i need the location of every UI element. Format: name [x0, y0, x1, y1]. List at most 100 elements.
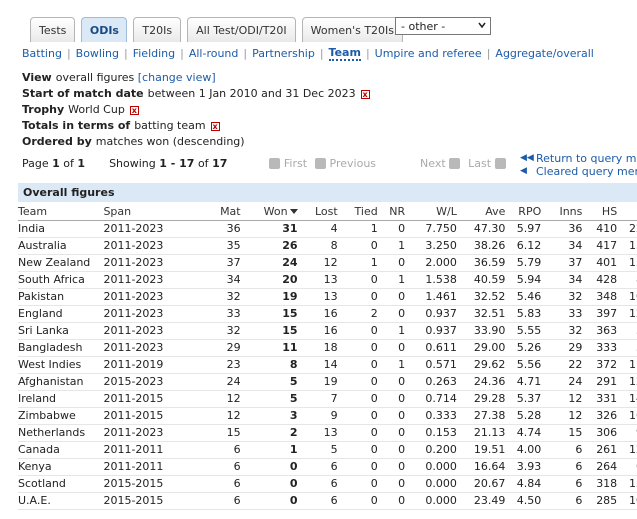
change-view-link[interactable]: [change view] [138, 70, 216, 86]
cell-mat: 6 [198, 475, 241, 493]
cell-mat: 12 [198, 407, 241, 425]
col-hs[interactable]: HS [582, 203, 618, 221]
cell-inns: 29 [541, 339, 583, 357]
cell-ave: 19.51 [456, 441, 506, 459]
return-to-query-menu-link[interactable]: Return to query menu [536, 152, 637, 165]
cell-mat: 36 [198, 220, 241, 238]
last-page-link[interactable]: Last [468, 157, 491, 170]
cell-team[interactable]: Bangladesh [18, 339, 104, 357]
col-span[interactable]: Span [103, 203, 199, 221]
cell-span: 2011-2023 [103, 305, 199, 323]
col-wl[interactable]: W/L [405, 203, 457, 221]
cell-inns: 34 [541, 237, 583, 255]
cleared-query-menu-link[interactable]: Cleared query menu [536, 165, 637, 178]
col-team[interactable]: Team [18, 203, 104, 221]
cell-tied: 0 [337, 407, 378, 425]
cell-team[interactable]: Scotland [18, 475, 104, 493]
cell-wl: 1.538 [405, 271, 457, 289]
stats-type-nav: Batting | Bowling | Fielding | All-round… [22, 46, 594, 61]
cell-wl: 0.937 [405, 305, 457, 323]
cell-rpo: 5.28 [505, 407, 542, 425]
col-lost[interactable]: Lost [297, 203, 338, 221]
tab-t20is[interactable]: T20Is [133, 17, 182, 42]
totals-value: batting team [134, 119, 206, 132]
previous-page-link[interactable]: Previous [330, 157, 377, 170]
nav-allround[interactable]: All-round [189, 47, 239, 60]
nav-partnership[interactable]: Partnership [252, 47, 315, 60]
chevron-down-icon [478, 22, 486, 29]
cell-team[interactable]: Zimbabwe [18, 407, 104, 425]
cell-lost: 6 [297, 492, 338, 510]
cell-team[interactable]: West Indies [18, 356, 104, 374]
col-tied[interactable]: Tied [337, 203, 378, 221]
cell-team[interactable]: Netherlands [18, 424, 104, 442]
remove-filter-icon[interactable]: x [360, 89, 370, 99]
cell-lost: 4 [297, 220, 338, 238]
cell-ave: 29.62 [456, 356, 506, 374]
cell-span: 2011-2023 [103, 237, 199, 255]
cell-tied: 0 [337, 458, 378, 476]
cell-ave: 33.90 [456, 322, 506, 340]
cell-span: 2011-2023 [103, 424, 199, 442]
table-row: South Africa 2011-2023 34 20 13 0 1 1.538 40.59 5… [18, 271, 637, 289]
nav-umpire-referee[interactable]: Umpire and referee [375, 47, 482, 60]
cell-team[interactable]: Afghanistan [18, 373, 104, 391]
remove-filter-icon[interactable]: x [129, 105, 139, 115]
cell-team[interactable]: Kenya [18, 458, 104, 476]
cell-team[interactable]: Australia [18, 237, 104, 255]
tab-tests[interactable]: Tests [30, 17, 76, 42]
cell-team[interactable]: Sri Lanka [18, 322, 104, 340]
cell-team[interactable]: U.A.E. [18, 492, 104, 510]
cell-team[interactable]: Pakistan [18, 288, 104, 306]
cell-wl: 0.263 [405, 373, 457, 391]
cell-wl: 0.571 [405, 356, 457, 374]
cell-team[interactable]: Canada [18, 441, 104, 459]
table-header-row: Team Span Mat Won Lost Tied NR W/L Ave R… [18, 203, 637, 221]
cell-team[interactable]: Ireland [18, 390, 104, 408]
first-page-link[interactable]: First [284, 157, 307, 170]
cell-hs: 285 [582, 492, 618, 510]
col-won[interactable]: Won [240, 203, 298, 221]
nav-fielding[interactable]: Fielding [133, 47, 175, 60]
col-nr[interactable]: NR [377, 203, 406, 221]
other-format-select[interactable]: - other - [395, 17, 491, 35]
tab-womens-t20is[interactable]: Women's T20Is [301, 17, 404, 42]
cell-hs: 428 [582, 271, 618, 289]
cell-span: 2011-2015 [103, 407, 199, 425]
cell-team[interactable]: England [18, 305, 104, 323]
cell-rpo: 4.84 [505, 475, 542, 493]
cell-tied: 1 [337, 220, 378, 238]
nav-batting[interactable]: Batting [22, 47, 62, 60]
cell-nr: 0 [377, 458, 406, 476]
cell-tied: 0 [337, 356, 378, 374]
cell-mat: 12 [198, 390, 241, 408]
cell-won: 2 [240, 424, 298, 442]
nav-bowling[interactable]: Bowling [76, 47, 119, 60]
cell-span: 2011-2023 [103, 322, 199, 340]
cell-team[interactable]: New Zealand [18, 254, 104, 272]
cell-ls: 151 [617, 237, 637, 255]
tab-odis[interactable]: ODIs [81, 17, 128, 42]
col-ave[interactable]: Ave [456, 203, 506, 221]
totals-label: Totals in terms of [22, 119, 131, 132]
nav-aggregate-overall[interactable]: Aggregate/overall [495, 47, 593, 60]
cell-nr: 0 [377, 220, 406, 238]
col-inns[interactable]: Inns [541, 203, 583, 221]
remove-filter-icon[interactable]: x [210, 121, 220, 131]
cell-team[interactable]: South Africa [18, 271, 104, 289]
col-mat[interactable]: Mat [198, 203, 241, 221]
col-rpo[interactable]: RPO [505, 203, 542, 221]
tab-all-formats[interactable]: All Test/ODI/T20I [187, 17, 296, 42]
nav-team[interactable]: Team [328, 46, 361, 61]
cell-lost: 6 [297, 475, 338, 493]
cell-hs: 417 [582, 237, 618, 255]
col-ls[interactable]: LS [617, 203, 637, 221]
cell-span: 2011-2015 [103, 390, 199, 408]
table-row: U.A.E.2015-2015606000.00023.494.50628510… [18, 492, 637, 510]
cell-span: 2015-2015 [103, 475, 199, 493]
cell-mat: 24 [198, 373, 241, 391]
view-row: View overall figures [change view] [22, 70, 370, 86]
cell-ls: 162 [617, 407, 637, 425]
cell-team[interactable]: India [18, 220, 104, 238]
next-page-link[interactable]: Next [420, 157, 446, 170]
